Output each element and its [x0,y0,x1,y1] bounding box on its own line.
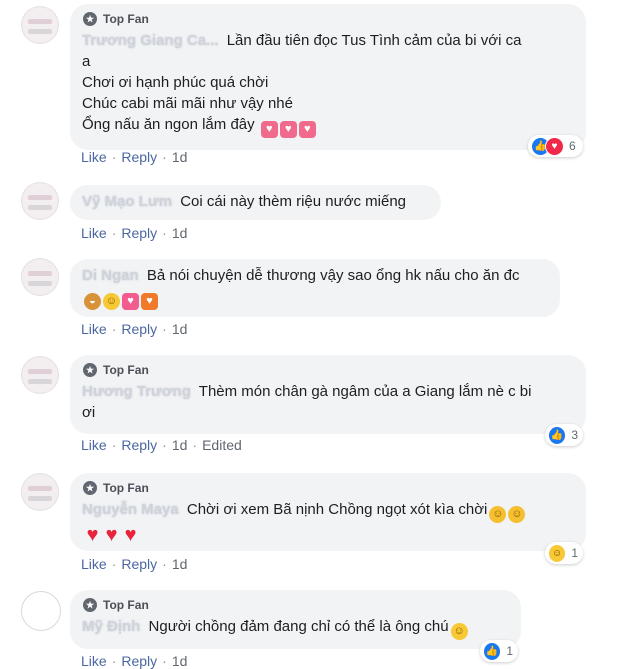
comment-actions: Like · Reply · 1d [81,653,188,669]
heart-icon: ♥ [124,524,137,546]
like-link[interactable]: Like [81,321,107,337]
reaction-count: 1 [571,546,578,560]
reply-link[interactable]: Reply [121,437,157,453]
comment-line: Coi cái này thèm riệu nước miếng [180,193,407,210]
comment-text: Trương Giang Ca... Lần đầu tiên đọc Tus … [82,30,574,138]
heart-icon: ♥ [122,293,139,310]
haha-reaction-icon: ☺ [548,543,567,563]
comment-actions: Like · Reply · 1d [81,556,188,572]
like-link[interactable]: Like [81,437,107,453]
like-link[interactable]: Like [81,653,107,669]
like-link[interactable]: Like [81,556,107,572]
love-reaction-icon: ♥ [545,136,564,156]
reaction-summary[interactable]: 👍 ♥ 6 [528,135,583,157]
comment-line: Ổng nấu ăn ngon lắm đây [82,116,255,133]
comment-author[interactable]: Di Ngan [82,267,139,284]
comment-text: Mỹ Định Người chồng đảm đang chỉ có thể … [82,616,509,640]
reply-link[interactable]: Reply [121,225,157,241]
rofl-icon: ☺ [489,506,507,523]
rofl-icon: ☺ [508,506,526,523]
comment-actions: Like · Reply · 1d [81,225,188,241]
avatar[interactable] [21,182,59,220]
avatar[interactable] [21,356,59,394]
heart-icon: ♥ [105,524,118,546]
comment-bubble: ★ Top Fan Hương Trương Thèm món chân gà … [70,355,586,434]
comment-bubble: ★ Top Fan Trương Giang Ca... Lần đầu tiê… [70,4,586,150]
star-icon: ★ [83,12,97,26]
heart-sparkle-icon: ♥ [298,121,316,138]
comment-actions: Like · Reply · 1d [81,149,188,165]
reply-link[interactable]: Reply [121,556,157,572]
comment-text: Hương Trương Thèm món chân gà ngâm của a… [82,381,574,423]
comment-author[interactable]: Nguyễn Maya [82,501,179,518]
comment-line: Lần đầu tiên đọc Tus Tình cảm của bi với… [226,32,522,49]
heart-icon: ♥ [86,524,99,546]
gift-heart-icon: ♥ [141,293,158,310]
reaction-summary[interactable]: 👍 3 [545,424,583,446]
like-reaction-icon: 👍 [548,425,567,445]
comment-actions: Like · Reply · 1d · Edited [81,437,242,453]
timestamp[interactable]: 1d [172,437,188,453]
comment-line: ơi [82,404,96,421]
reaction-summary[interactable]: 👍 1 [480,640,518,662]
like-link[interactable]: Like [81,149,107,165]
top-fan-label: Top Fan [103,481,149,495]
comment-author[interactable]: Trương Giang Ca... [82,32,219,49]
heart-sparkle-icon: ♥ [260,121,278,138]
timestamp[interactable]: 1d [172,556,188,572]
avatar[interactable] [21,473,59,511]
star-icon: ★ [83,481,97,495]
top-fan-label: Top Fan [103,363,149,377]
laughing-icon: ☺ [103,293,120,310]
heart-sparkle-icon: ♥ [279,121,297,138]
reply-link[interactable]: Reply [121,321,157,337]
comment-line: Chúc cabi mãi mãi như vậy nhé [82,95,293,112]
star-icon: ★ [83,598,97,612]
comment-line: Chời ơi xem Bã nịnh Chồng ngọt xót kìa c… [186,501,488,518]
comment-actions: Like · Reply · 1d [81,321,188,337]
top-fan-label: Top Fan [103,12,149,26]
comment-line: Thèm món chân gà ngâm của a Giang lắm nè… [198,383,532,400]
top-fan-label: Top Fan [103,598,149,612]
avatar[interactable] [21,258,59,296]
top-fan-badge: ★ Top Fan [82,10,574,28]
reply-link[interactable]: Reply [121,653,157,669]
edited-label[interactable]: Edited [202,437,242,453]
reaction-count: 1 [506,644,513,658]
comment-line: Người chồng đảm đang chỉ có thể là ông c… [148,618,449,635]
top-fan-badge: ★ Top Fan [82,361,574,379]
top-fan-badge: ★ Top Fan [82,596,509,614]
reaction-count: 6 [569,139,576,153]
timestamp[interactable]: 1d [172,225,188,241]
comment-text: Nguyễn Maya Chời ơi xem Bã nịnh Chồng ng… [82,499,574,546]
comment-author[interactable]: Hương Trương [82,383,191,400]
reply-link[interactable]: Reply [121,149,157,165]
comment-line: Chơi ơi hạnh phúc quá chời [82,74,269,91]
burger-icon: ◒ [84,293,101,310]
comment-author[interactable]: Mỹ Định [82,618,140,635]
comment-line: a [82,53,91,70]
comment-bubble: Vỹ Mạo Lưm Coi cái này thèm riệu nước mi… [70,185,441,220]
timestamp[interactable]: 1d [172,321,188,337]
comment-line: Bả nói chuyện dễ thương vậy sao ổng hk n… [146,267,520,284]
comment-bubble: ★ Top Fan Nguyễn Maya Chời ơi xem Bã nịn… [70,473,586,551]
timestamp[interactable]: 1d [172,149,188,165]
comment-text: Vỹ Mạo Lưm Coi cái này thèm riệu nước mi… [82,191,429,212]
star-icon: ★ [83,363,97,377]
avatar[interactable] [21,6,59,44]
like-reaction-icon: 👍 [483,641,502,661]
like-link[interactable]: Like [81,225,107,241]
comment-text: Di Ngan Bả nói chuyện dễ thương vậy sao … [82,265,548,310]
comment-author[interactable]: Vỹ Mạo Lưm [82,193,172,210]
top-fan-badge: ★ Top Fan [82,479,574,497]
laughing-icon: ☺ [450,623,468,640]
comment-bubble: Di Ngan Bả nói chuyện dễ thương vậy sao … [70,259,560,317]
comment-bubble: ★ Top Fan Mỹ Định Người chồng đảm đang c… [70,590,521,649]
timestamp[interactable]: 1d [172,653,188,669]
avatar[interactable] [21,591,61,631]
reaction-count: 3 [571,428,578,442]
reaction-summary[interactable]: ☺ 1 [545,542,583,564]
